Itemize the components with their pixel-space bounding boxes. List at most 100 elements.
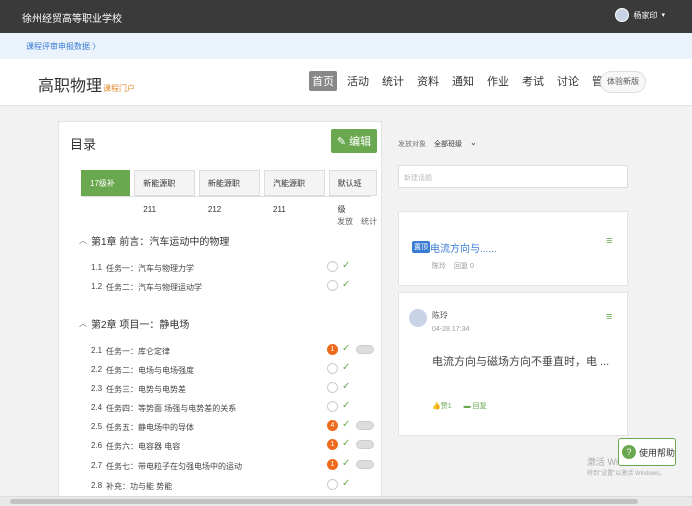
chevron-up-icon: ︿ <box>79 319 87 328</box>
nav-discussion[interactable]: 讨论 <box>554 71 582 91</box>
tab-class-2[interactable]: 新能源职211 <box>134 170 195 214</box>
task-name[interactable]: 任务五：静电场中的导体 <box>106 422 194 433</box>
task-number: 2.3 <box>91 384 103 393</box>
check-icon: ✓ <box>342 362 351 373</box>
publish-status-icon[interactable] <box>327 363 338 374</box>
user-menu[interactable]: 杨家印 ▾ <box>615 8 665 22</box>
statistics-toggle[interactable] <box>356 460 374 469</box>
topic-body[interactable]: 电流方向与磁场方向不垂直时，电 ... <box>432 353 609 369</box>
check-icon: ✓ <box>342 458 351 469</box>
breadcrumb-link[interactable]: 课程评审申报数据 〉 <box>26 41 100 52</box>
pencil-icon: ✎ <box>336 135 347 148</box>
nav-materials[interactable]: 资料 <box>414 71 442 91</box>
task-row[interactable]: 2.1 任务一：库仑定律 1 ✓ <box>91 343 377 362</box>
like-label: 赞1 <box>440 403 452 410</box>
topic-author: 陈玲 <box>432 311 448 320</box>
statistics-toggle[interactable] <box>356 440 374 449</box>
publish-status-icon[interactable] <box>327 280 338 291</box>
task-name[interactable]: 任务一：汽车与物理力学 <box>106 263 194 274</box>
chevron-down-icon[interactable]: ⌄ <box>470 138 477 147</box>
task-name[interactable]: 任务一：库仑定律 <box>106 346 170 357</box>
reply-button[interactable]: ▬ 回复 <box>464 401 487 411</box>
publish-status-icon[interactable] <box>327 261 338 272</box>
avatar <box>409 309 427 327</box>
check-icon: ✓ <box>342 279 351 290</box>
publish-count-badge[interactable]: 1 <box>327 439 338 450</box>
task-number: 2.8 <box>91 481 103 490</box>
tabs-divider <box>81 196 371 197</box>
tab-class-4[interactable]: 汽能源职211 <box>264 170 325 214</box>
course-subtitle[interactable]: 课程门户 <box>103 84 135 93</box>
chapter-heading[interactable]: ︿ 第1章 前言：汽车运动中的物理 <box>79 233 229 248</box>
task-name[interactable]: 补充：功与能 势能 <box>106 481 172 492</box>
menu-icon[interactable]: ≡ <box>606 236 614 247</box>
help-label: 使用帮助 <box>639 447 676 458</box>
task-row[interactable]: 1.1 任务一：汽车与物理力学 ✓ <box>91 260 377 279</box>
statistics-toggle[interactable] <box>356 345 374 354</box>
publish-count-badge[interactable]: 1 <box>327 459 338 470</box>
breadcrumb: 课程评审申报数据 〉 <box>0 33 692 59</box>
catalog-panel: 目录 ✎ 编辑 17级补考 新能源职211 新能源职212 汽能源职211 默认… <box>58 121 382 501</box>
menu-icon[interactable]: ≡ <box>606 312 614 323</box>
edit-button[interactable]: ✎ 编辑 <box>331 129 377 153</box>
task-number: 2.1 <box>91 346 103 355</box>
help-button[interactable]: ? 使用帮助 <box>618 438 676 466</box>
course-nav: 首页 活动 统计 资料 通知 作业 考试 讨论 管理 <box>309 71 624 91</box>
tab-class-1[interactable]: 17级补考 <box>81 170 131 214</box>
try-new-version-button[interactable]: 体验新版 <box>600 71 646 93</box>
publish-status-icon[interactable] <box>327 479 338 490</box>
course-title-text: 高职物理 <box>38 78 103 95</box>
task-row[interactable]: 2.6 任务六：电容器 电容 1 ✓ <box>91 438 377 457</box>
user-avatar <box>615 8 630 22</box>
course-title: 高职物理课程门户 <box>38 72 135 96</box>
task-name[interactable]: 任务二：电场与电场强度 <box>106 365 194 376</box>
topic-card[interactable]: 陈玲 04-28 17:34 电流方向与磁场方向不垂直时，电 ... 👍赞1 ▬… <box>398 292 628 436</box>
check-icon: ✓ <box>342 438 351 449</box>
publish-count-badge[interactable]: 4 <box>327 420 338 431</box>
scrollbar-thumb[interactable] <box>10 499 638 504</box>
new-topic-placeholder: 新建话题 <box>404 175 432 182</box>
task-number: 2.5 <box>91 422 103 431</box>
task-name[interactable]: 任务二：汽车与物理运动学 <box>106 282 202 293</box>
task-row[interactable]: 1.2 任务二：汽车与物理运动学 ✓ <box>91 279 377 298</box>
task-row[interactable]: 2.2 任务二：电场与电场强度 ✓ <box>91 362 377 381</box>
task-name[interactable]: 任务七：带电粒子在匀强电场中的运动 <box>106 461 242 472</box>
thumbs-up-icon: 👍 <box>432 403 441 410</box>
task-name[interactable]: 任务四：等势面 场强与电势差的关系 <box>106 403 236 414</box>
nav-activity[interactable]: 活动 <box>344 71 372 91</box>
topic-title[interactable]: 电流方向与...... <box>430 240 497 255</box>
like-button[interactable]: 👍赞1 <box>432 401 452 411</box>
task-row[interactable]: 2.7 任务七：带电粒子在匀强电场中的运动 1 ✓ <box>91 458 377 477</box>
task-number: 2.7 <box>91 461 103 470</box>
task-name[interactable]: 任务六：电容器 电容 <box>106 441 180 452</box>
chapter-heading[interactable]: ︿ 第2章 项目一：静电场 <box>79 316 189 331</box>
nav-statistics[interactable]: 统计 <box>379 71 407 91</box>
topic-card-pinned[interactable]: 置顶 电流方向与...... 陈玲 回复 0 ≡ <box>398 211 628 286</box>
nav-exam[interactable]: 考试 <box>519 71 547 91</box>
nav-notices[interactable]: 通知 <box>449 71 477 91</box>
publish-status-icon[interactable] <box>327 401 338 412</box>
target-label: 发放对象 <box>398 141 426 148</box>
check-icon: ✓ <box>342 343 351 354</box>
topic-meta: 陈玲 回复 0 <box>432 261 474 271</box>
tab-class-5[interactable]: 默认班级 <box>328 170 378 214</box>
task-row[interactable]: 2.8 补充：功与能 势能 ✓ <box>91 478 377 497</box>
target-select[interactable]: 全部班级 <box>434 139 462 149</box>
statistics-toggle[interactable] <box>356 421 374 430</box>
horizontal-scrollbar[interactable] <box>0 496 692 506</box>
col-publish: 发放 <box>337 217 353 226</box>
publish-count-badge[interactable]: 1 <box>327 344 338 355</box>
task-row[interactable]: 2.4 任务四：等势面 场强与电势差的关系 ✓ <box>91 400 377 419</box>
nav-homework[interactable]: 作业 <box>484 71 512 91</box>
tab-class-3[interactable]: 新能源职212 <box>198 170 261 214</box>
top-bar: 徐州经贸高等职业学校 杨家印 ▾ <box>0 0 692 33</box>
new-topic-input[interactable]: 新建话题 <box>398 165 628 188</box>
class-tabs: 17级补考 新能源职211 新能源职212 汽能源职211 默认班级 <box>81 170 381 214</box>
task-row[interactable]: 2.3 任务三：电势与电势差 ✓ <box>91 381 377 400</box>
watermark-line-2: 转到"设置"以激活 Windows。 <box>587 471 666 477</box>
school-name: 徐州经贸高等职业学校 <box>22 14 122 25</box>
task-name[interactable]: 任务三：电势与电势差 <box>106 384 186 395</box>
publish-status-icon[interactable] <box>327 382 338 393</box>
task-row[interactable]: 2.5 任务五：静电场中的导体 4 ✓ <box>91 419 377 438</box>
nav-home[interactable]: 首页 <box>309 71 337 91</box>
